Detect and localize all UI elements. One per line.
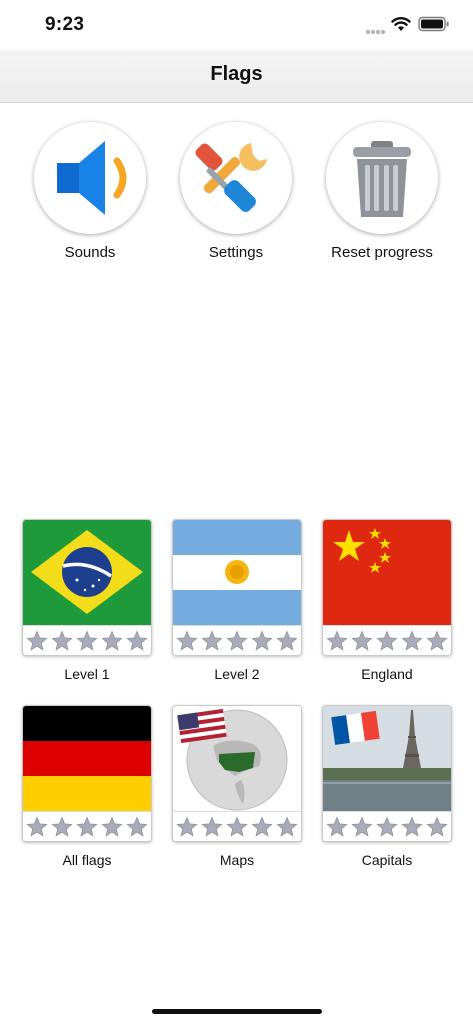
star-icon bbox=[226, 629, 248, 651]
china-flag bbox=[323, 520, 451, 625]
trash-icon bbox=[353, 141, 411, 217]
all-flags-label: All flags bbox=[62, 852, 112, 868]
argentina-flag bbox=[173, 520, 301, 625]
level-card-all-flags[interactable]: All flags bbox=[22, 705, 152, 868]
star-icon bbox=[126, 815, 148, 837]
england-label: England bbox=[361, 666, 413, 682]
star-icon bbox=[401, 629, 423, 651]
cellular-signal-icon bbox=[365, 29, 386, 35]
star-rating bbox=[23, 811, 151, 841]
level-tile[interactable] bbox=[322, 519, 452, 656]
star-icon bbox=[101, 629, 123, 651]
status-bar: 9:23 bbox=[0, 0, 473, 50]
maps-label: Maps bbox=[219, 852, 255, 868]
level-card-level-1[interactable]: Level 1 bbox=[22, 519, 152, 682]
level-card-maps[interactable]: Maps bbox=[172, 705, 302, 868]
level-tile[interactable] bbox=[22, 519, 152, 656]
star-icon bbox=[51, 629, 73, 651]
star-icon bbox=[351, 815, 373, 837]
level-tile[interactable] bbox=[172, 705, 302, 842]
star-icon bbox=[76, 629, 98, 651]
star-icon bbox=[51, 815, 73, 837]
star-icon bbox=[26, 815, 48, 837]
star-rating bbox=[173, 811, 301, 841]
star-icon bbox=[101, 815, 123, 837]
star-icon bbox=[276, 629, 298, 651]
star-icon bbox=[401, 815, 423, 837]
status-time: 9:23 bbox=[45, 14, 85, 35]
sounds-label: Sounds bbox=[64, 244, 116, 261]
star-rating bbox=[323, 811, 451, 841]
star-icon bbox=[426, 629, 448, 651]
star-icon bbox=[351, 629, 373, 651]
battery-icon bbox=[418, 16, 449, 32]
level-tile[interactable] bbox=[322, 705, 452, 842]
star-icon bbox=[26, 629, 48, 651]
star-icon bbox=[126, 629, 148, 651]
star-icon bbox=[251, 815, 273, 837]
level-1-label: Level 1 bbox=[64, 666, 110, 682]
star-icon bbox=[226, 815, 248, 837]
star-rating bbox=[323, 625, 451, 655]
settings-button[interactable]: Settings bbox=[163, 122, 309, 261]
capitals-label: Capitals bbox=[361, 852, 413, 868]
globe-map bbox=[173, 706, 301, 811]
star-icon bbox=[276, 815, 298, 837]
speaker-icon bbox=[57, 141, 127, 215]
germany-flag bbox=[23, 706, 151, 811]
wifi-icon bbox=[391, 17, 411, 31]
tools-icon bbox=[195, 143, 267, 212]
level-card-level-2[interactable]: Level 2 bbox=[172, 519, 302, 682]
level-2-label: Level 2 bbox=[214, 666, 260, 682]
star-icon bbox=[201, 815, 223, 837]
brazil-flag bbox=[23, 520, 151, 625]
star-icon bbox=[376, 815, 398, 837]
reset-progress-button[interactable]: Reset progress bbox=[309, 122, 455, 261]
home-indicator[interactable] bbox=[152, 1009, 322, 1014]
level-tile[interactable] bbox=[22, 705, 152, 842]
star-icon bbox=[201, 629, 223, 651]
settings-button-circle[interactable] bbox=[180, 122, 292, 234]
star-icon bbox=[176, 629, 198, 651]
star-icon bbox=[326, 815, 348, 837]
star-icon bbox=[76, 815, 98, 837]
star-rating bbox=[173, 625, 301, 655]
page-title: Flags bbox=[210, 63, 263, 85]
paris-eiffel-tower bbox=[323, 706, 451, 811]
level-card-capitals[interactable]: Capitals bbox=[322, 705, 452, 868]
reset-progress-label: Reset progress bbox=[331, 244, 433, 261]
star-icon bbox=[251, 629, 273, 651]
level-card-england[interactable]: England bbox=[322, 519, 452, 682]
star-icon bbox=[326, 629, 348, 651]
level-tile[interactable] bbox=[172, 519, 302, 656]
sounds-button-circle[interactable] bbox=[34, 122, 146, 234]
sounds-button[interactable]: Sounds bbox=[17, 122, 163, 261]
star-rating bbox=[23, 625, 151, 655]
star-icon bbox=[176, 815, 198, 837]
star-icon bbox=[376, 629, 398, 651]
settings-label: Settings bbox=[208, 244, 264, 261]
reset-progress-button-circle[interactable] bbox=[326, 122, 438, 234]
star-icon bbox=[426, 815, 448, 837]
navigation-bar: Flags bbox=[0, 50, 473, 103]
